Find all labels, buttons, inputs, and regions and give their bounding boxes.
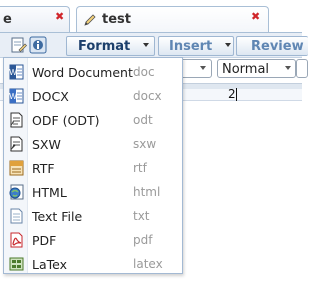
chevron-down-icon xyxy=(285,66,291,70)
docx-icon: W xyxy=(9,88,24,104)
close-tab-icon[interactable]: ✖ xyxy=(251,10,260,23)
chevron-down-icon xyxy=(225,43,231,47)
menu-item-extension: doc xyxy=(133,65,155,79)
export-icon[interactable] xyxy=(29,36,47,54)
menu-item-extension: html xyxy=(133,185,161,199)
review-menu-button[interactable]: Review xyxy=(236,36,308,56)
menu-item-label: PDF xyxy=(32,233,57,248)
chevron-down-icon xyxy=(143,43,149,47)
text-caret xyxy=(236,88,237,101)
menu-item-extension: docx xyxy=(133,89,162,103)
paragraph-style-select[interactable]: Normal xyxy=(217,59,296,78)
insert-menu-button[interactable]: Insert xyxy=(158,36,234,56)
tab-strip: e ✖ test ✖ xyxy=(0,0,302,33)
tab-label: e xyxy=(3,12,12,27)
sxw-icon xyxy=(10,136,23,152)
menu-item-sxw[interactable]: SXW sxw xyxy=(4,132,182,156)
text-file-icon xyxy=(10,208,23,224)
menu-item-extension: pdf xyxy=(133,233,153,247)
menu-item-rtf[interactable]: RTF rtf xyxy=(4,156,182,180)
menu-item-text-file[interactable]: Text File txt xyxy=(4,204,182,228)
menu-item-extension: sxw xyxy=(133,137,157,151)
svg-text:W: W xyxy=(9,68,17,77)
style-select-value: Normal xyxy=(222,62,270,77)
menu-item-label: ODF (ODT) xyxy=(32,113,100,128)
odt-icon xyxy=(10,112,23,128)
menu-item-label: HTML xyxy=(32,185,67,200)
menu-item-label: Word Document xyxy=(32,65,133,80)
menu-item-label: LaTex xyxy=(32,257,68,272)
pdf-icon xyxy=(10,232,23,248)
chevron-down-icon xyxy=(200,66,206,70)
menu-item-label: DOCX xyxy=(32,89,69,104)
menu-item-label: SXW xyxy=(32,137,61,152)
tab-label: test xyxy=(102,12,131,27)
pencil-icon xyxy=(84,14,96,26)
svg-text:W: W xyxy=(9,92,17,101)
tab-previous-document[interactable]: e ✖ xyxy=(0,6,70,33)
tab-test[interactable]: test ✖ xyxy=(76,6,269,33)
format-menu-button[interactable]: Format xyxy=(66,36,155,56)
close-tab-icon[interactable]: ✖ xyxy=(55,10,64,23)
menu-item-html[interactable]: HTML html xyxy=(4,180,182,204)
menu-item-extension: odt xyxy=(133,113,153,127)
menu-item-label: Text File xyxy=(32,209,83,224)
export-menu: W Word Document doc W DOCX docx ODF (ODT… xyxy=(3,57,183,274)
menu-item-extension: rtf xyxy=(133,161,147,175)
latex-icon xyxy=(9,257,24,271)
rtf-icon xyxy=(9,160,24,176)
document-edit-icon[interactable] xyxy=(10,36,28,54)
size-select[interactable] xyxy=(296,59,308,78)
html-icon xyxy=(9,184,24,200)
menu-item-latex[interactable]: LaTex latex xyxy=(4,252,182,276)
menu-item-pdf[interactable]: PDF pdf xyxy=(4,228,182,252)
word-document-icon: W xyxy=(9,64,24,80)
format-label: Format xyxy=(78,39,131,54)
toolbar: Format Insert Review xyxy=(0,32,308,58)
menu-item-extension: latex xyxy=(133,257,163,271)
menu-item-odt[interactable]: ODF (ODT) odt xyxy=(4,108,182,132)
review-label: Review xyxy=(251,39,304,54)
insert-label: Insert xyxy=(169,39,213,54)
menu-item-label: RTF xyxy=(32,161,55,176)
menu-item-docx[interactable]: W DOCX docx xyxy=(4,84,182,108)
menu-item-word-document[interactable]: W Word Document doc xyxy=(4,60,182,84)
document-text: 2 xyxy=(228,87,236,101)
menu-item-extension: txt xyxy=(133,209,150,223)
